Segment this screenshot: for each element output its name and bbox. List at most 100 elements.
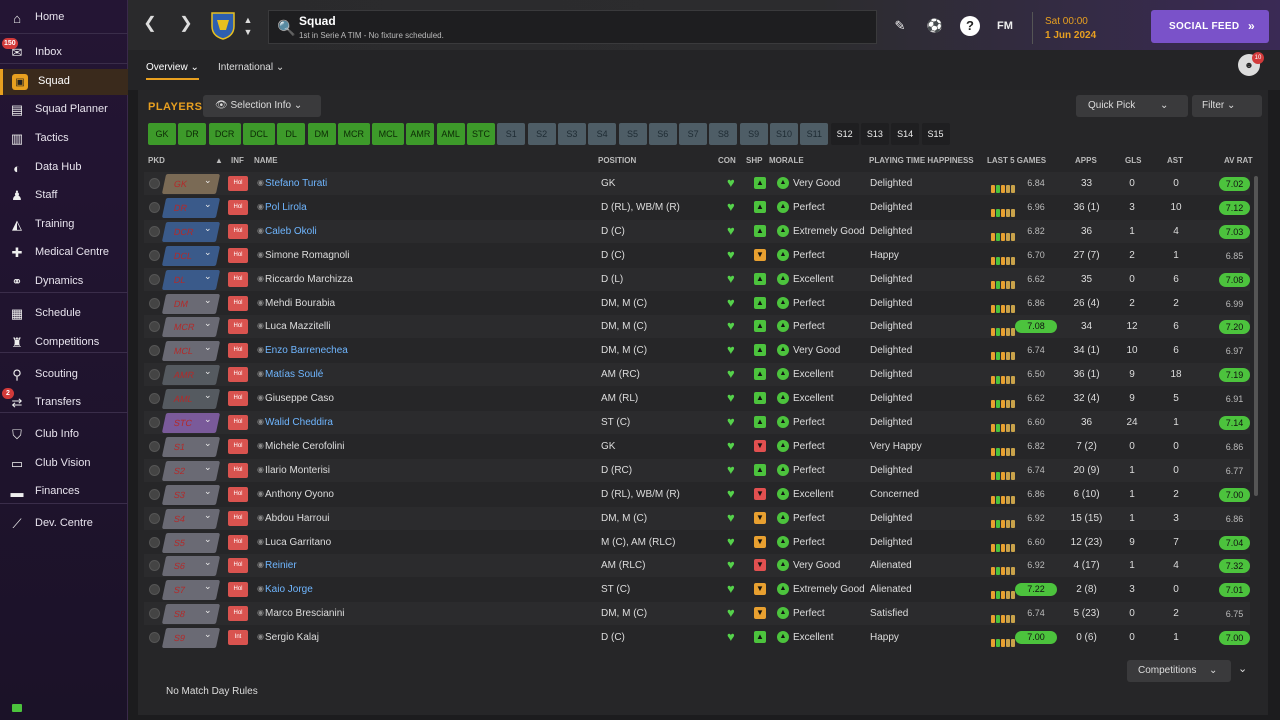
chevron-down-icon[interactable]: ⌄: [204, 581, 212, 592]
pick-dot-icon[interactable]: [149, 632, 160, 644]
header-inf[interactable]: INF: [231, 156, 244, 165]
table-row[interactable]: DCR ⌄ Hol ◉ Caleb Okoli D (C) ♥ ▲ ▲ Extremely Goo…: [144, 219, 1250, 243]
header-av-rat[interactable]: AV RAT: [1224, 156, 1253, 165]
sidebar-item-dynamics[interactable]: ⚭ Dynamics: [0, 269, 128, 295]
chevron-down-icon[interactable]: ⌄: [204, 486, 212, 497]
sidebar-item-dev-centre[interactable]: ⟋ Dev. Centre: [0, 511, 128, 537]
position-chip[interactable]: S7: [679, 123, 708, 145]
player-name[interactable]: Reinier: [265, 560, 297, 571]
sidebar-item-club-info[interactable]: ⛉ Club Info: [0, 422, 128, 448]
position-chip[interactable]: GK: [148, 123, 176, 145]
sidebar-item-home[interactable]: ⌂ Home: [0, 5, 128, 31]
table-row[interactable]: MCR ⌄ Hol ◉ Luca Mazzitelli DM, M (C) ♥ ▲ ▲ Perfe…: [144, 315, 1250, 339]
pick-dot-icon[interactable]: [149, 273, 160, 285]
position-chip[interactable]: S3: [557, 123, 586, 145]
player-name[interactable]: Sergio Kalaj: [265, 632, 319, 643]
header-playing-time[interactable]: PLAYING TIME HAPPINESS: [869, 156, 974, 165]
chevron-down-icon[interactable]: ⌄: [204, 342, 212, 353]
header-morale[interactable]: MORALE: [769, 156, 804, 165]
table-row[interactable]: DR ⌄ Hol ◉ Pol Lirola D (RL), WB/M (R) ♥ ▲ ▲ Perf…: [144, 195, 1250, 219]
player-name[interactable]: Luca Mazzitelli: [265, 321, 331, 332]
pick-dot-icon[interactable]: [149, 584, 160, 596]
chevron-down-icon[interactable]: ⌄: [204, 605, 212, 616]
sidebar-item-data-hub[interactable]: ◐ Data Hub: [0, 155, 128, 181]
position-chip[interactable]: S2: [527, 123, 556, 145]
chevron-down-icon[interactable]: ⌄: [204, 366, 212, 377]
sidebar-item-competitions[interactable]: ♜ Competitions: [0, 330, 128, 356]
sidebar-item-medical-centre[interactable]: ✚ Medical Centre: [0, 240, 128, 266]
table-row[interactable]: S3 ⌄ Hol ◉ Anthony Oyono D (RL), WB/M (R) ♥ ▼ ▲ E…: [144, 482, 1250, 506]
table-row[interactable]: AML ⌄ Hol ◉ Giuseppe Caso AM (RL) ♥ ▲ ▲ Excellent…: [144, 387, 1250, 411]
player-name[interactable]: Abdou Harroui: [265, 513, 329, 524]
selection-info-button[interactable]: 👁 Selection Info ⌄: [203, 95, 321, 117]
position-chip[interactable]: STC: [467, 123, 495, 145]
table-row[interactable]: AMR ⌄ Hol ◉ Matías Soulé AM (RC) ♥ ▲ ▲ Excellent D…: [144, 363, 1250, 387]
quick-pick-button[interactable]: Quick Pick ⌄: [1076, 95, 1188, 117]
player-name[interactable]: Giuseppe Caso: [265, 393, 334, 404]
chevron-down-icon[interactable]: ⌄: [204, 175, 212, 186]
position-chip[interactable]: S5: [618, 123, 647, 145]
pick-dot-icon[interactable]: [149, 369, 160, 381]
chevron-down-icon[interactable]: ⌄: [204, 629, 212, 640]
table-row[interactable]: S2 ⌄ Hol ◉ Ilario Monterisi D (RC) ♥ ▲ ▲ Perfect D…: [144, 458, 1250, 482]
pick-dot-icon[interactable]: [149, 512, 160, 524]
player-name[interactable]: Ilario Monterisi: [265, 465, 330, 476]
position-chip[interactable]: S6: [648, 123, 677, 145]
chevron-down-icon[interactable]: ⌄: [204, 510, 212, 521]
pick-dot-icon[interactable]: [149, 608, 160, 620]
sidebar-item-transfers[interactable]: ⇄ Transfers 2: [0, 388, 128, 416]
header-position[interactable]: POSITION: [598, 156, 636, 165]
chevron-down-icon[interactable]: ⌄: [204, 199, 212, 210]
table-row[interactable]: DL ⌄ Hol ◉ Riccardo Marchizza D (L) ♥ ▲ ▲ Excelle…: [144, 267, 1250, 291]
position-chip[interactable]: MCR: [337, 123, 370, 145]
pick-dot-icon[interactable]: [149, 345, 160, 357]
position-chip[interactable]: DCL: [242, 123, 275, 145]
player-name[interactable]: Caleb Okoli: [265, 226, 317, 237]
player-name[interactable]: Walid Cheddira: [265, 417, 333, 428]
pick-dot-icon[interactable]: [149, 249, 160, 261]
sidebar-item-training[interactable]: ◭ Training: [0, 212, 128, 238]
player-name[interactable]: Pol Lirola: [265, 202, 307, 213]
search-box[interactable]: 🔍 Squad 1st in Serie A TIM - No fixture …: [268, 10, 877, 44]
position-chip[interactable]: S12: [830, 123, 859, 145]
position-chip[interactable]: MCL: [372, 123, 405, 145]
edit-pencil-icon[interactable]: ✎: [890, 16, 910, 36]
pick-dot-icon[interactable]: [149, 440, 160, 452]
table-row[interactable]: S6 ⌄ Hol ◉ Reinier AM (RLC) ♥ ▼ ▲ Very Good Aliena…: [144, 554, 1250, 578]
header-con[interactable]: CON: [718, 156, 736, 165]
social-feed-button[interactable]: SOCIAL FEED »: [1151, 10, 1269, 43]
filter-button[interactable]: Filter ⌄: [1192, 95, 1262, 117]
player-name[interactable]: Stefano Turati: [265, 178, 327, 189]
sidebar-item-club-vision[interactable]: ▭ Club Vision: [0, 451, 128, 477]
player-name[interactable]: Marco Brescianini: [265, 608, 344, 619]
sidebar-item-tactics[interactable]: ▥ Tactics: [0, 126, 128, 152]
table-scrollbar[interactable]: [1254, 176, 1258, 496]
chevron-down-icon[interactable]: ⌄: [204, 223, 212, 234]
position-chip[interactable]: DR: [178, 123, 207, 145]
header-pkd[interactable]: PKD: [148, 156, 165, 165]
table-row[interactable]: S4 ⌄ Hol ◉ Abdou Harroui DM, M (C) ♥ ▼ ▲ Perfect D…: [144, 506, 1250, 530]
position-chip[interactable]: DM: [307, 123, 336, 145]
club-crest-icon[interactable]: [210, 10, 236, 40]
chevron-down-icon[interactable]: ⌄: [204, 414, 212, 425]
chevron-down-icon[interactable]: ⌄: [204, 318, 212, 329]
pick-dot-icon[interactable]: [149, 201, 160, 213]
table-row[interactable]: MCL ⌄ Hol ◉ Enzo Barrenechea DM, M (C) ♥ ▲ ▲ Very…: [144, 339, 1250, 363]
sidebar-item-schedule[interactable]: ▦ Schedule: [0, 301, 128, 327]
tab-international[interactable]: International ⌄: [218, 56, 284, 80]
position-chip[interactable]: DCR: [208, 123, 241, 145]
sidebar-item-squad[interactable]: ▣ Squad: [0, 69, 128, 95]
help-icon[interactable]: ?: [960, 16, 980, 36]
pick-dot-icon[interactable]: [149, 393, 160, 405]
player-name[interactable]: Luca Garritano: [265, 537, 331, 548]
position-chip[interactable]: AMR: [406, 123, 435, 145]
table-row[interactable]: S9 ⌄ Int ◉ Sergio Kalaj D (C) ♥ ▲ ▲ Excellent Happ…: [144, 626, 1250, 650]
forward-arrow-icon[interactable]: ❯: [174, 12, 198, 36]
table-row[interactable]: S1 ⌄ Hol ◉ Michele Cerofolini GK ♥ ▼ ▲ Perfect Ver…: [144, 434, 1250, 458]
pick-dot-icon[interactable]: [149, 536, 160, 548]
table-row[interactable]: DM ⌄ Hol ◉ Mehdi Bourabia DM, M (C) ♥ ▲ ▲ Perfect…: [144, 291, 1250, 315]
expand-chevron-icon[interactable]: ⌄: [1238, 662, 1247, 675]
position-chip[interactable]: S4: [588, 123, 617, 145]
chevron-down-icon[interactable]: ▼: [236, 20, 260, 44]
position-chip[interactable]: DL: [277, 123, 306, 145]
